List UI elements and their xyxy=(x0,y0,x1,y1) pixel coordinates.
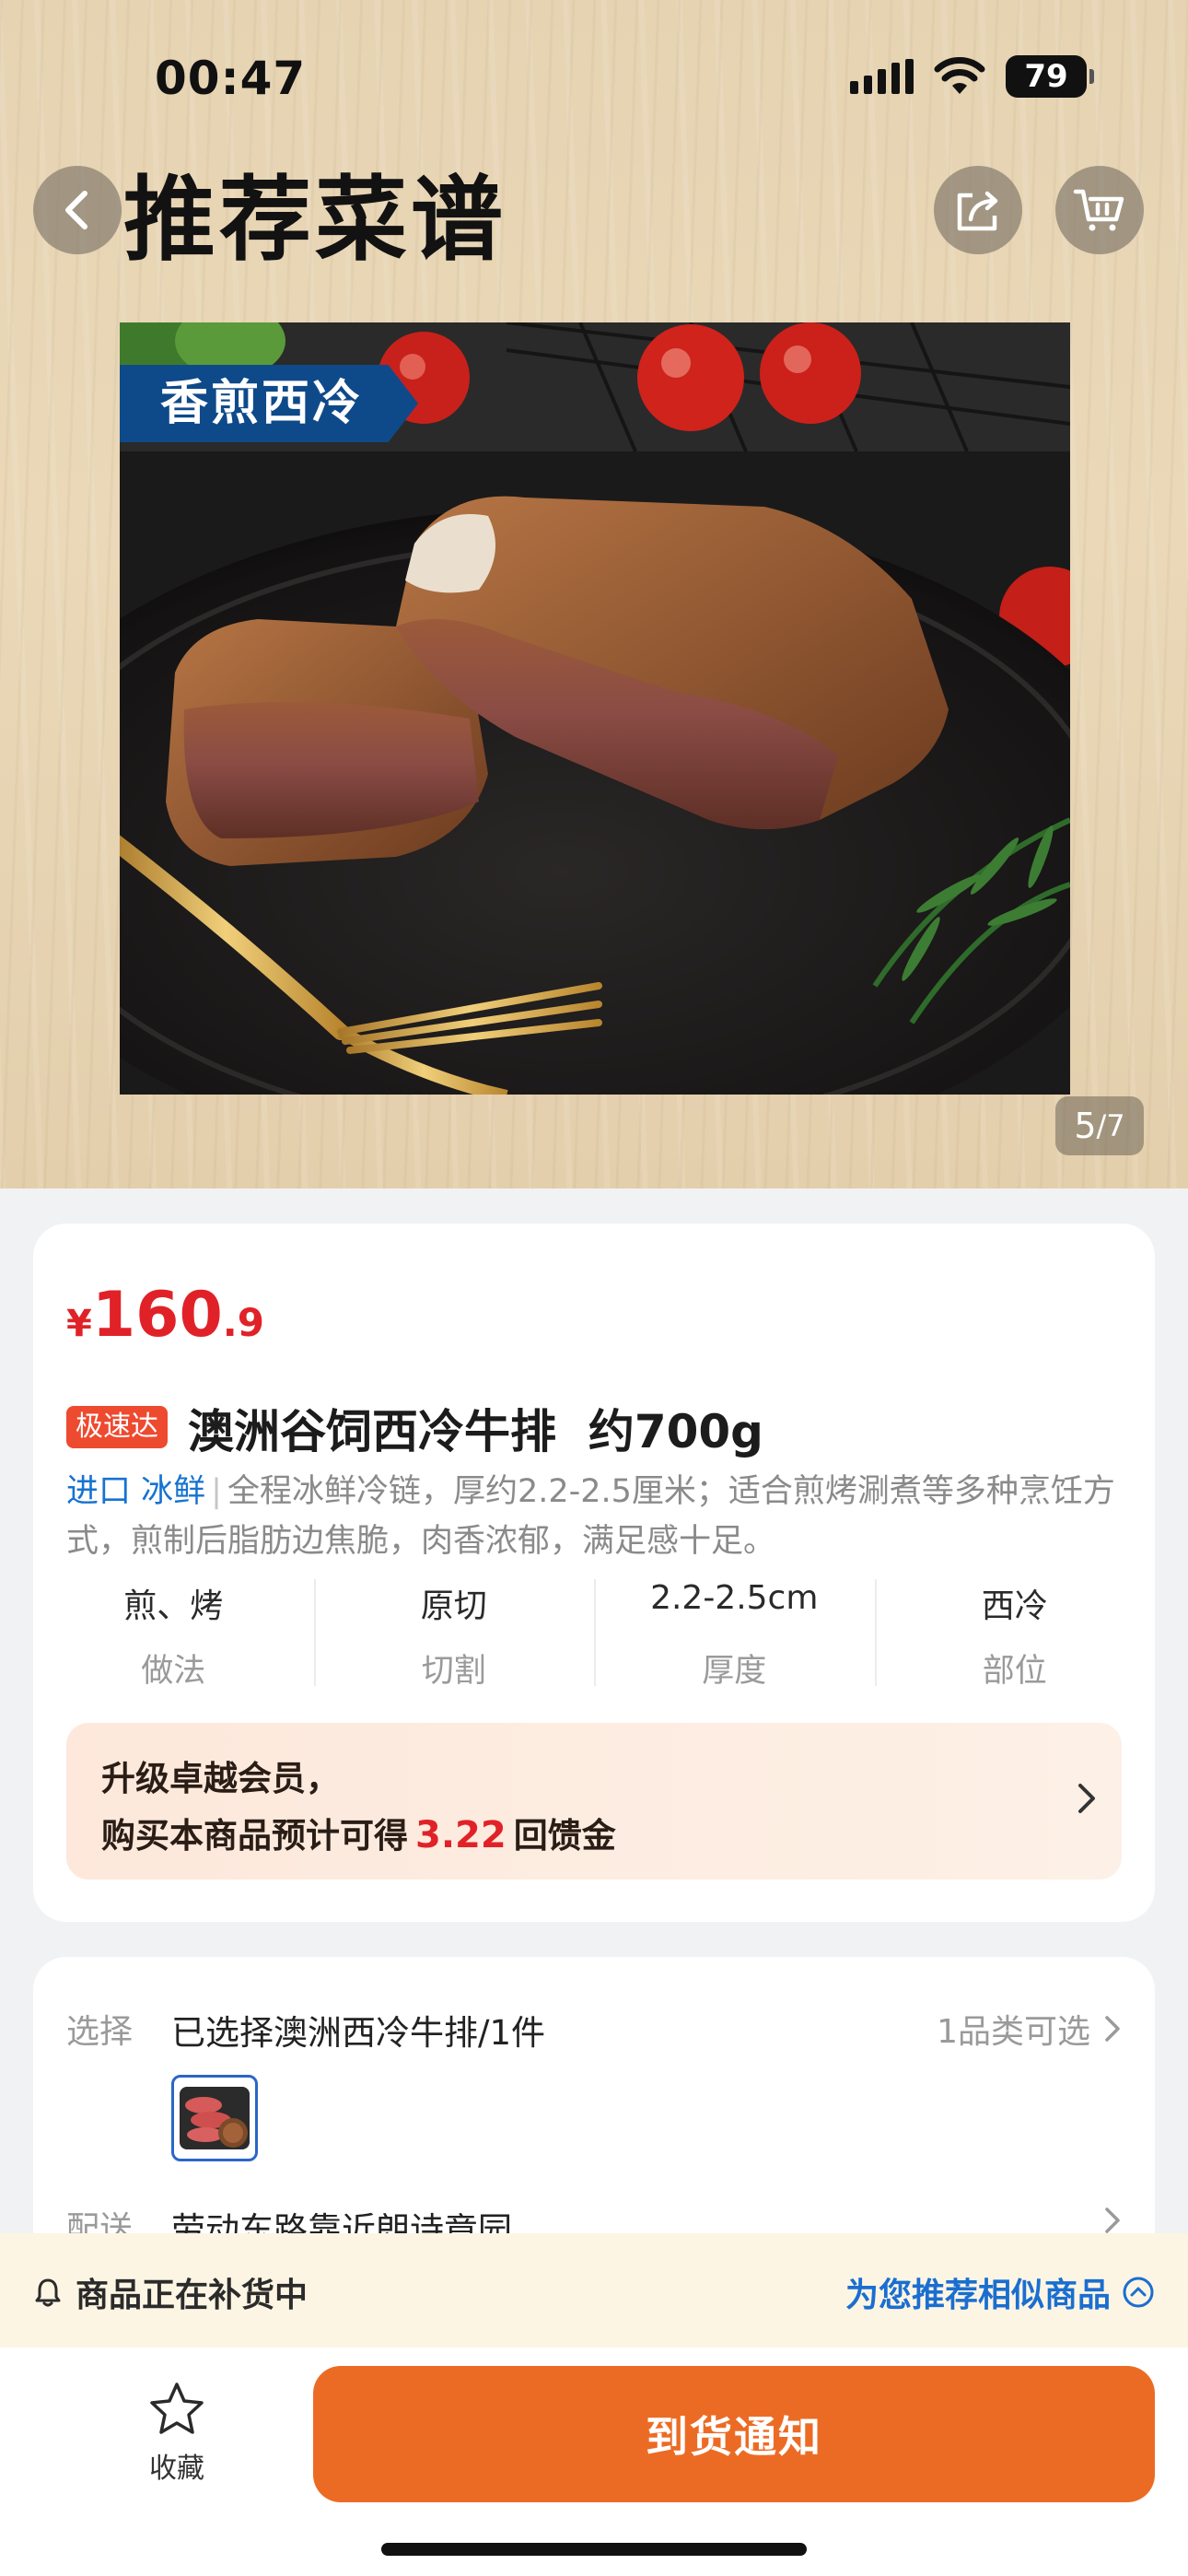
tag-import: 进口 xyxy=(66,1473,132,1510)
membership-suffix: 回馈金 xyxy=(513,1816,616,1856)
delivery-chevron xyxy=(1103,2206,1122,2235)
membership-amount: 3.22 xyxy=(415,1814,507,1856)
restock-bar: 商品正在补货中 为您推荐相似商品 xyxy=(0,2233,1188,2348)
pager-current: 5 xyxy=(1074,1106,1097,1146)
product-info-card: ¥160.9 极速达 澳洲谷饲西冷牛排 约700g 进口 冰鲜 | 全程冰鲜冷链，厚… xyxy=(33,1224,1155,1922)
desc-separator: | xyxy=(211,1473,222,1510)
membership-prefix: 购买本商品预计可得 xyxy=(101,1816,408,1856)
chevron-right-icon xyxy=(1105,2016,1120,2042)
restock-status: 商品正在补货中 xyxy=(33,2268,308,2316)
selection-label: 选择 xyxy=(66,2013,134,2051)
spec-label: 切割 xyxy=(421,1653,486,1690)
variant-thumbnail[interactable] xyxy=(171,2075,258,2161)
bell-icon xyxy=(35,2278,61,2307)
express-badge: 极速达 xyxy=(66,1406,168,1448)
similar-products-label: 为您推荐相似商品 xyxy=(844,2277,1111,2314)
restock-message: 商品正在补货中 xyxy=(76,2277,309,2314)
chevron-up-circle-icon xyxy=(1123,2277,1154,2308)
spec-row: 煎、烤 做法 原切 切割 2.2-2.5cm 厚度 西冷 部位 xyxy=(33,1579,1155,1692)
gallery-pager: 5/7 xyxy=(1055,1096,1144,1155)
photo-tag: 香煎西冷 xyxy=(120,365,419,442)
chevron-right-icon xyxy=(1078,1784,1095,1813)
back-icon xyxy=(65,191,87,229)
description-text: 全程冰鲜冷链，厚约2.2-2.5厘米；适合煎烤涮煮等多种烹饪方式，煎制后脂肪边焦… xyxy=(66,1473,1115,1560)
signal-icon xyxy=(850,59,914,94)
selection-right: 1品类可选 xyxy=(937,2005,1122,2053)
chevron-right-icon xyxy=(1105,2207,1120,2233)
share-icon xyxy=(957,191,998,231)
spec-part: 西冷 部位 xyxy=(874,1579,1156,1692)
spec-thickness: 2.2-2.5cm 厚度 xyxy=(594,1579,875,1692)
recipe-title: 推荐菜谱 xyxy=(123,166,507,274)
back-button[interactable] xyxy=(33,166,122,254)
spec-value: 煎、烤 xyxy=(123,1587,224,1625)
membership-line2: 购买本商品预计可得 3.22 回馈金 xyxy=(101,1808,616,1857)
product-title: 澳洲谷饲西冷牛排 约700g xyxy=(188,1405,763,1458)
hero-gallery[interactable]: 00:47 79 推荐菜谱 香煎西冷 5 /7 xyxy=(0,0,1188,1188)
spec-label: 部位 xyxy=(982,1653,1047,1690)
bottom-action-bar: 收藏 到货通知 xyxy=(0,2348,1188,2576)
spec-value: 2.2-2.5cm xyxy=(650,1579,819,1617)
price-integer: 160 xyxy=(91,1279,223,1352)
tag-fresh: 冰鲜 xyxy=(141,1473,206,1510)
price: ¥160.9 xyxy=(66,1279,264,1352)
battery-icon: 79 xyxy=(1006,55,1094,98)
membership-banner[interactable]: 升级卓越会员， 购买本商品预计可得 3.22 回馈金 xyxy=(66,1723,1122,1879)
steak-thumbnail-icon xyxy=(180,2087,250,2149)
spec-label: 做法 xyxy=(141,1653,206,1690)
spec-value: 西冷 xyxy=(981,1587,1048,1625)
cart-icon xyxy=(1073,189,1124,231)
home-indicator xyxy=(381,2543,807,2556)
status-icons: 79 xyxy=(850,55,1094,98)
cart-button[interactable] xyxy=(1055,166,1144,254)
wifi-icon xyxy=(934,57,985,94)
status-time: 00:47 xyxy=(155,52,307,105)
membership-line1: 升级卓越会员， xyxy=(101,1759,340,1798)
spec-value: 原切 xyxy=(420,1587,487,1625)
product-page: 00:47 79 推荐菜谱 香煎西冷 5 /7 ¥160.9 极速达 澳洲谷饲西… xyxy=(0,0,1188,2576)
pager-total: /7 xyxy=(1096,1108,1125,1143)
notify-button[interactable]: 到货通知 xyxy=(313,2366,1155,2502)
similar-products-link[interactable]: 为您推荐相似商品 xyxy=(845,2268,1155,2316)
favorite-label: 收藏 xyxy=(149,2453,204,2485)
spec-cut: 原切 切割 xyxy=(313,1579,595,1692)
selection-value: 已选择澳洲西冷牛排/1件 xyxy=(171,2013,546,2053)
star-icon xyxy=(150,2383,204,2434)
share-button[interactable] xyxy=(934,166,1022,254)
price-currency: ¥ xyxy=(66,1303,92,1345)
favorite-button[interactable]: 收藏 xyxy=(120,2381,234,2486)
price-decimal: .9 xyxy=(222,1300,264,1345)
spec-label: 厚度 xyxy=(702,1653,767,1690)
product-description: 进口 冰鲜 | 全程冰鲜冷链，厚约2.2-2.5厘米；适合煎烤涮煮等多种烹饪方式，煎… xyxy=(66,1467,1125,1566)
selection-count: 1品类可选 xyxy=(937,2013,1090,2051)
product-photo: 香煎西冷 xyxy=(120,322,1070,1095)
spec-method: 煎、烤 做法 xyxy=(33,1579,314,1692)
